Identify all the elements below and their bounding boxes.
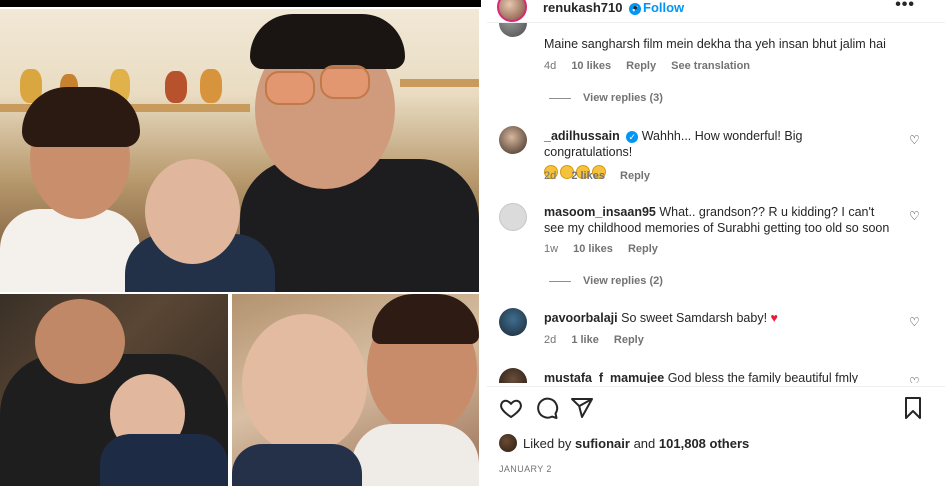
comment-body: masoom_insaan95 What.. grandson?? R u ki… [544, 204, 894, 236]
comment-age: 2d [544, 334, 557, 346]
post-date[interactable]: JANUARY 2 [499, 464, 552, 474]
commenter-username[interactable]: pavoorbalaji [544, 311, 618, 325]
collage-photo-bottom-left [0, 294, 228, 486]
collage-photo-top [0, 9, 479, 292]
black-shirt [240, 159, 479, 292]
default-avatar-icon[interactable] [499, 203, 527, 231]
comments-list[interactable]: Maine sangharsh film mein dekha tha yeh … [487, 23, 945, 383]
actions-divider [487, 386, 945, 387]
see-translation-button[interactable]: See translation [671, 60, 750, 72]
comment-likes-count[interactable]: 10 likes [571, 60, 611, 72]
baby-face [242, 314, 367, 454]
reply-button[interactable]: Reply [614, 334, 644, 346]
figurine [200, 69, 222, 103]
white-outfit [0, 209, 140, 292]
comment-likes-count[interactable]: 2 likes [571, 170, 605, 182]
post-side-panel: renukash710 ✓ • Follow ••• Maine sanghar… [487, 0, 945, 486]
woman-hair [22, 87, 140, 147]
comment-likes-count[interactable]: 10 likes [573, 243, 613, 255]
commenter-avatar[interactable] [499, 368, 527, 383]
reply-button[interactable]: Reply [620, 170, 650, 182]
figurine [165, 71, 187, 103]
comment-meta: 1w 10 likes Reply [544, 243, 670, 255]
replies-line [549, 280, 571, 282]
comment-like-heart-icon[interactable]: ♡ [909, 210, 921, 222]
replies-line [549, 97, 571, 99]
baby-outfit [100, 434, 228, 486]
view-replies-label: View replies (3) [583, 92, 663, 104]
red-heart-emoji-icon: ♥ [770, 311, 778, 325]
baby-outfit [232, 444, 362, 486]
more-options-icon[interactable]: ••• [895, 0, 915, 14]
image-top-bar [0, 0, 481, 7]
post-actions-bar [487, 396, 945, 422]
likes-prefix: Liked by [523, 436, 572, 451]
comment-body: mustafa_f_mamujee God bless the family b… [544, 370, 894, 383]
verified-badge-icon: ✓ [626, 130, 639, 143]
shelf [400, 79, 479, 87]
white-outfit [352, 424, 479, 486]
comment-age: 2d [544, 170, 557, 182]
comment-body: pavoorbalaji So sweet Samdarsh baby! ♥ [544, 310, 894, 326]
author-username[interactable]: renukash710 ✓ [543, 0, 642, 15]
comment-icon[interactable] [535, 396, 559, 420]
liker-username[interactable]: sufionair [575, 436, 630, 451]
comment-like-heart-icon[interactable]: ♡ [909, 134, 921, 146]
follow-button[interactable]: Follow [643, 0, 684, 15]
heart-icon[interactable] [499, 396, 523, 420]
share-icon[interactable] [570, 396, 594, 420]
collage-photo-bottom-right [232, 294, 479, 486]
comment-likes-count[interactable]: 1 like [571, 334, 599, 346]
commenter-username[interactable]: _adilhussain [544, 129, 620, 143]
comment-meta: 4d 10 likes Reply See translation [544, 60, 762, 72]
author-username-text[interactable]: renukash710 [543, 0, 623, 15]
sunglasses [265, 71, 315, 105]
man-hair [250, 14, 405, 69]
post-header: renukash710 ✓ • Follow ••• [487, 0, 945, 22]
post-image-collage[interactable] [0, 0, 487, 486]
man-face [35, 299, 125, 384]
reply-button[interactable]: Reply [628, 243, 658, 255]
comment-meta: 2d 1 like Reply [544, 334, 656, 346]
view-replies-button[interactable]: View replies (3) [549, 92, 663, 104]
view-replies-button[interactable]: View replies (2) [549, 275, 663, 287]
reply-button[interactable]: Reply [626, 60, 656, 72]
commenter-username[interactable]: masoom_insaan95 [544, 205, 656, 219]
commenter-avatar[interactable] [499, 126, 527, 154]
likes-and: and [633, 436, 656, 451]
likes-count[interactable]: 101,808 others [659, 436, 749, 451]
comment-like-heart-icon[interactable]: ♡ [909, 376, 921, 383]
commenter-username[interactable]: mustafa_f_mamujee [544, 371, 664, 383]
comment-text: Maine sangharsh film mein dekha tha yeh … [544, 37, 886, 51]
comment-age: 1w [544, 243, 559, 255]
woman-hair [372, 294, 479, 344]
sunglasses [320, 65, 370, 99]
bookmark-icon[interactable] [901, 396, 925, 420]
comment-text: So sweet Samdarsh baby! [621, 311, 768, 325]
comment-like-heart-icon[interactable]: ♡ [909, 316, 921, 328]
comment-age: 4d [544, 60, 557, 72]
comment-text: God bless the family beautiful fmly [667, 371, 859, 383]
comment-meta: 2d 2 likes Reply [544, 170, 662, 182]
likes-summary[interactable]: Liked by sufionair and 101,808 others [499, 434, 939, 454]
commenter-avatar[interactable] [499, 308, 527, 336]
likes-text: Liked by sufionair and 101,808 others [523, 436, 749, 451]
commenter-avatar[interactable] [499, 23, 527, 37]
view-replies-label: View replies (2) [583, 275, 663, 287]
author-avatar[interactable] [497, 0, 527, 22]
baby-face [145, 159, 240, 264]
liker-avatar[interactable] [499, 434, 517, 452]
header-dot-separator: • [633, 0, 638, 15]
